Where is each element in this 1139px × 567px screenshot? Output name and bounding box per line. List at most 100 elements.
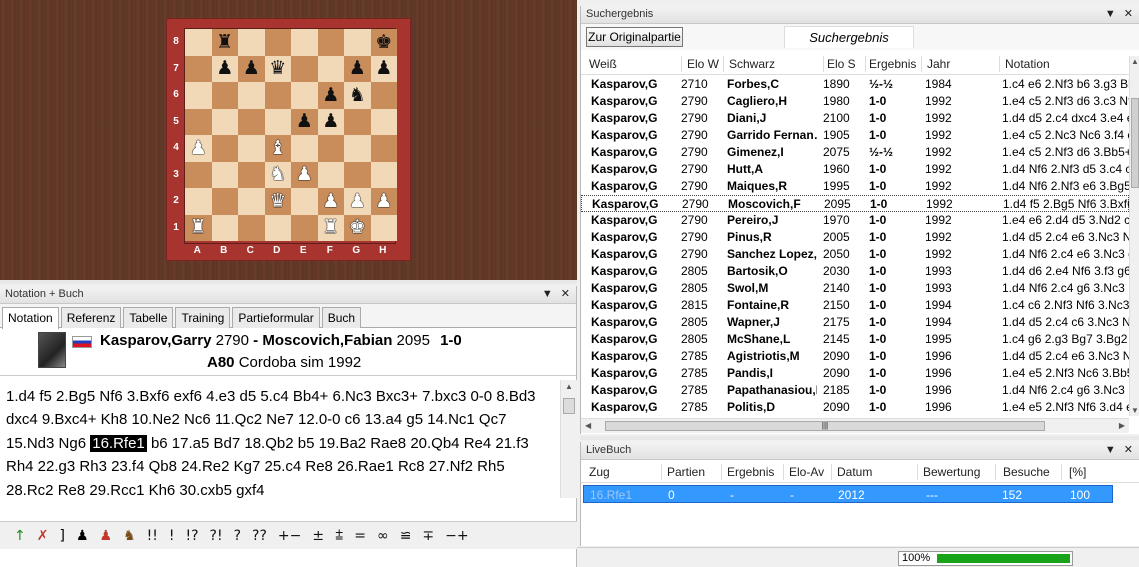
annotation-button[interactable]: ? [234, 528, 241, 544]
pane-menu-icon[interactable]: ▼ [542, 288, 553, 300]
table-row[interactable]: Kasparov,G 2790 Maiques,R 1995 1-0 1992 1.d4 N… [581, 178, 1129, 195]
close-icon[interactable]: ✕ [561, 288, 570, 300]
square-a5[interactable] [185, 108, 212, 135]
square-c8[interactable] [238, 29, 265, 56]
black-pawn-icon[interactable]: ♟ [322, 112, 339, 131]
annotation-button[interactable]: !? [185, 528, 198, 544]
square-g6[interactable]: ♞ [344, 82, 371, 109]
annotation-button[interactable]: +− [278, 528, 301, 544]
square-h2[interactable]: ♟ [370, 188, 397, 215]
col-zug[interactable]: Zug [589, 465, 610, 479]
square-c1[interactable] [238, 214, 265, 241]
table-row[interactable]: Kasparov,G 2815 Fontaine,R 2150 1-0 1994 1.c4 … [581, 297, 1129, 314]
black-pawn-icon[interactable]: ♟ [216, 59, 233, 78]
tab-buch[interactable]: Buch [321, 307, 362, 328]
square-a7[interactable] [185, 55, 212, 82]
square-f6[interactable]: ♟ [317, 82, 344, 109]
annotation-button[interactable]: ] [59, 528, 64, 544]
square-h3[interactable] [370, 161, 397, 188]
scroll-up-icon[interactable]: ▲ [1131, 57, 1139, 66]
square-e6[interactable] [291, 82, 318, 109]
square-b5[interactable] [211, 108, 238, 135]
square-d4[interactable]: ♝ [264, 135, 291, 162]
table-row[interactable]: Kasparov,G 2805 Wapner,J 2175 1-0 1994 1.d4 d5… [581, 314, 1129, 331]
scroll-left-icon[interactable]: ◀ [585, 421, 591, 430]
square-g8[interactable] [344, 29, 371, 56]
white-player-name[interactable]: Kasparov,Garry [100, 332, 211, 349]
annotation-button[interactable]: ↑ [14, 528, 26, 544]
table-row[interactable]: Kasparov,G 2790 Cagliero,H 1980 1-0 1992 1.e4 … [581, 93, 1129, 110]
black-pawn-icon[interactable]: ♟ [243, 59, 260, 78]
table-row[interactable]: Kasparov,G 2805 Swol,M 2140 1-0 1993 1.d4 Nf6 … [581, 280, 1129, 297]
white-king-icon[interactable]: ♚ [349, 218, 366, 237]
annotation-button[interactable]: !! [147, 528, 158, 544]
white-knight-icon[interactable]: ♞ [269, 165, 286, 184]
annotation-button[interactable]: ♞ [123, 528, 136, 544]
white-pawn-icon[interactable]: ♟ [296, 165, 313, 184]
square-f1[interactable]: ♜ [317, 214, 344, 241]
square-e5[interactable]: ♟ [291, 108, 318, 135]
search-horizontal-scrollbar[interactable]: ◀ ||| ▶ [581, 418, 1129, 433]
col-ergebnis[interactable]: Ergebnis [727, 465, 774, 479]
white-pawn-icon[interactable]: ♟ [375, 191, 392, 211]
table-row[interactable]: Kasparov,G 2805 McShane,L 2145 1-0 1995 1.c4 g… [581, 331, 1129, 348]
square-g4[interactable] [344, 135, 371, 162]
table-row[interactable]: Kasparov,G 2790 Moscovich,F 2095 1-0 1992 1.d4… [581, 195, 1129, 212]
search-vertical-scrollbar[interactable]: ▲ ▼ [1129, 56, 1139, 416]
scroll-right-icon[interactable]: ▶ [1119, 421, 1125, 430]
square-a8[interactable] [185, 29, 212, 56]
close-icon[interactable]: ✕ [1124, 8, 1133, 20]
col-notation[interactable]: Notation [1005, 57, 1050, 71]
square-g1[interactable]: ♚ [344, 214, 371, 241]
annotation-button[interactable]: ! [169, 528, 175, 544]
table-row[interactable]: Kasparov,G 2790 Hutt,A 1960 1-0 1992 1.d4 Nf6 … [581, 161, 1129, 178]
square-b1[interactable] [211, 214, 238, 241]
square-c6[interactable] [238, 82, 265, 109]
scroll-up-icon[interactable]: ▲ [565, 382, 573, 391]
annotation-button[interactable]: ?? [252, 528, 267, 544]
col-elo-av[interactable]: Elo-Av [789, 465, 824, 479]
col-elo-w[interactable]: Elo W [687, 57, 719, 71]
square-a2[interactable] [185, 188, 212, 215]
col-jahr[interactable]: Jahr [927, 57, 950, 71]
board-splitter[interactable] [0, 280, 577, 284]
table-row[interactable]: Kasparov,G 2790 Pinus,R 2005 1-0 1992 1.d4 d5 … [581, 229, 1129, 246]
tab-referenz[interactable]: Referenz [60, 307, 122, 328]
square-e1[interactable] [291, 214, 318, 241]
current-move[interactable]: 16.Rfe1 [90, 434, 147, 452]
black-knight-icon[interactable]: ♞ [349, 85, 366, 105]
square-e8[interactable] [291, 29, 318, 56]
table-row[interactable]: Kasparov,G 2790 Gimenez,I 2075 ½-½ 1992 1.e4 c… [581, 144, 1129, 161]
annotation-button[interactable]: ?! [210, 528, 223, 544]
chessboard[interactable]: ♜ ♚ ♟ ♟ ♛ ♟ ♟ ♟ ♞ ♟ ♟ ♟ ♝ ♞ ♟ ♛ ♟ ♟ ♟ ♜ ♜ ♚ [184, 28, 397, 244]
square-b2[interactable] [211, 188, 238, 215]
col-ergebnis[interactable]: Ergebnis [869, 57, 916, 71]
search-caption-tab[interactable]: Suchergebnis [784, 26, 914, 48]
table-row[interactable]: Kasparov,G 2790 Sanchez Lopez,J 2050 1-0 1992… [581, 246, 1129, 263]
black-pawn-icon[interactable]: ♟ [375, 59, 392, 78]
square-d1[interactable] [264, 214, 291, 241]
search-hscroll-thumb[interactable]: ||| [605, 421, 1045, 431]
annotation-button[interactable]: ± [312, 528, 324, 544]
search-vscroll-thumb[interactable] [1131, 98, 1139, 188]
annotation-button[interactable]: ∞ [377, 528, 389, 544]
black-king-icon[interactable]: ♚ [375, 32, 392, 52]
square-d7[interactable]: ♛ [264, 55, 291, 82]
square-c3[interactable] [238, 161, 265, 188]
table-row[interactable]: Kasparov,G 2785 Agistriotis,M 2090 1-0 1996 1.… [581, 348, 1129, 365]
square-d2[interactable]: ♛ [264, 188, 291, 215]
table-row[interactable]: Kasparov,G 2790 Diani,J 2100 1-0 1992 1.d4 d5 … [581, 110, 1129, 127]
col-bewertung[interactable]: Bewertung [923, 465, 980, 479]
square-e2[interactable] [291, 188, 318, 215]
square-d8[interactable] [264, 29, 291, 56]
square-c4[interactable] [238, 135, 265, 162]
table-row[interactable]: Kasparov,G 2790 Pereiro,J 1970 1-0 1992 1.e4 e… [581, 212, 1129, 229]
black-pawn-icon[interactable]: ♟ [349, 59, 366, 78]
square-b4[interactable] [211, 135, 238, 162]
col-datum[interactable]: Datum [837, 465, 872, 479]
square-d6[interactable] [264, 82, 291, 109]
square-c5[interactable] [238, 108, 265, 135]
livebook-row[interactable]: 16.Rfe1 0 - - 2012 --- 152 100 [583, 485, 1113, 503]
col-elo-s[interactable]: Elo S [827, 57, 856, 71]
square-e4[interactable] [291, 135, 318, 162]
